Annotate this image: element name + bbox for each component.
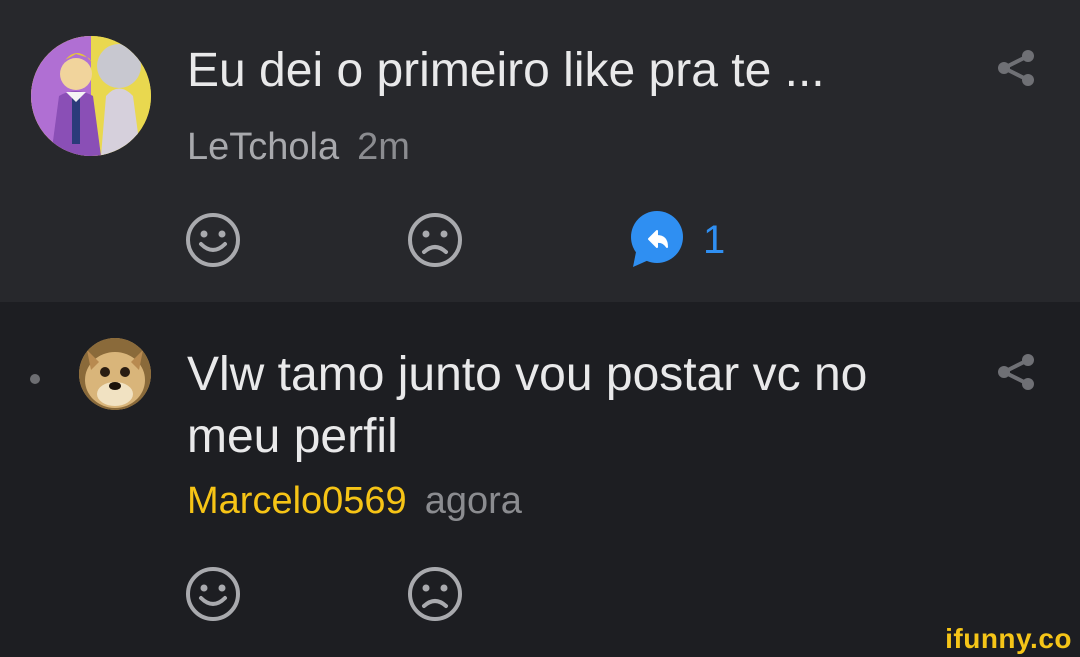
frown-icon [408, 213, 462, 267]
reply-comment-card: Vlw tamo junto vou postar vc no meu perf… [0, 302, 1080, 657]
thread-bullet [30, 374, 40, 384]
comment-meta: Marcelo0569 agora [187, 478, 522, 524]
like-button[interactable] [183, 210, 243, 270]
author-name[interactable]: LeTchola [187, 126, 339, 168]
site-watermark: ifunny.co [945, 623, 1072, 654]
reply-count[interactable]: 1 [703, 218, 725, 263]
dislike-button[interactable] [405, 564, 465, 624]
comment-text: Vlw tamo junto vou postar vc no meu perf… [187, 348, 868, 463]
doge-avatar-icon [79, 338, 151, 410]
anime-character-avatar-icon [31, 36, 151, 156]
comment-card: Eu dei o primeiro like pra te ... LeTcho… [0, 0, 1080, 302]
reply-button[interactable] [627, 209, 687, 269]
reply-bubble-icon [631, 211, 683, 267]
share-icon [998, 50, 1034, 86]
avatar[interactable] [79, 338, 151, 410]
dislike-button[interactable] [405, 210, 465, 270]
share-icon [998, 354, 1034, 390]
smile-icon [186, 213, 240, 267]
share-button[interactable] [994, 46, 1038, 90]
timestamp: 2m [357, 126, 410, 168]
comment-meta: LeTchola 2m [187, 124, 410, 170]
author-name[interactable]: Marcelo0569 [187, 480, 407, 522]
frown-icon [408, 567, 462, 621]
comment-text: Eu dei o primeiro like pra te ... [187, 44, 825, 97]
smile-icon [186, 567, 240, 621]
timestamp: agora [424, 480, 522, 522]
like-button[interactable] [183, 564, 243, 624]
avatar[interactable] [31, 36, 151, 156]
share-button[interactable] [994, 350, 1038, 394]
